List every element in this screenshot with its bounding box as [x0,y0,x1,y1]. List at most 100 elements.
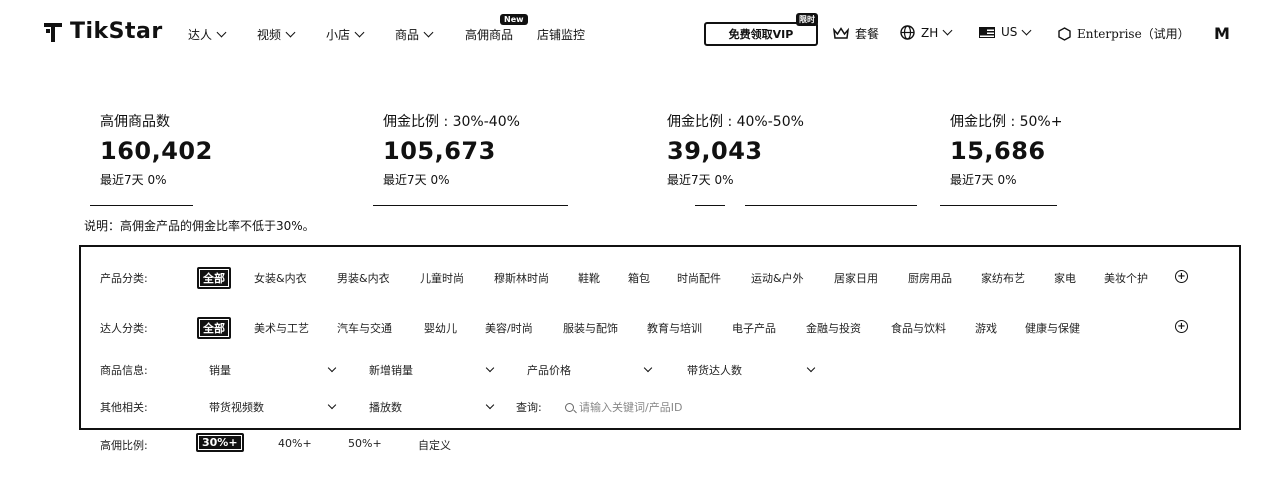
select-value: 新增销量 [369,364,413,377]
filter-label: 高佣比例: [100,439,148,452]
category-chip[interactable]: 鞋靴 [578,270,600,286]
creator-category-row: 达人分类: 全部 美术与工艺 汽车与交通 婴幼儿 美容/时尚 服装与配饰 教育与… [81,317,1239,339]
note-text: 说明：高佣金产品的佣金比率不低于30%。 [84,219,315,233]
creator-chip[interactable]: 服装与配饰 [563,320,618,336]
stat-label: 高佣商品数 [100,114,170,130]
views-select[interactable]: 播放数 [369,399,495,415]
chevron-down-icon [1021,25,1032,35]
creator-chip[interactable]: 美术与工艺 [254,320,309,336]
nav-item-label: 店铺监控 [537,28,586,42]
product-info-row: 商品信息: 销量 新增销量 产品价格 带货达人数 [81,360,1239,380]
creator-count-select[interactable]: 带货达人数 [687,362,816,378]
nav-item-products[interactable]: 商品 [395,26,434,43]
plan-link[interactable]: 套餐 [833,25,879,42]
nav-item-high-commission[interactable]: 高佣商品 [465,26,513,43]
ratio-chip-custom[interactable]: 自定义 [418,437,451,453]
category-chip[interactable]: 男装&内衣 [337,270,390,286]
nav-item-label: 视频 [257,28,282,42]
chevron-down-icon [942,25,953,36]
creator-chip[interactable]: 美容/时尚 [485,320,533,336]
avatar[interactable]: M [1214,24,1230,43]
chevron-down-icon [327,363,337,373]
stat-label: 佣金比例 : 40%-50% [667,114,804,130]
category-chip-all[interactable]: 全部 [197,267,231,289]
creator-chip[interactable]: 健康与保健 [1025,320,1080,336]
category-chip[interactable]: 时尚配件 [677,270,721,286]
video-count-select[interactable]: 带货视频数 [209,399,337,415]
chevron-down-icon [806,363,816,373]
search-icon [565,402,574,412]
ratio-chip-40[interactable]: 40%+ [278,437,312,450]
price-select[interactable]: 产品价格 [527,362,653,378]
hexagon-icon [1058,26,1071,41]
category-chip[interactable]: 家电 [1054,270,1076,286]
brand-logo[interactable]: TikStar [42,19,163,44]
filter-label: 产品分类: [100,272,148,285]
chevron-down-icon [354,27,365,38]
nav-item-label: 小店 [326,28,351,42]
creator-chip[interactable]: 游戏 [975,320,997,336]
nav-item-shop-monitor[interactable]: 店铺监控 [537,26,585,43]
creator-chip[interactable]: 电子产品 [732,320,776,336]
divider [373,205,568,206]
search-input[interactable]: 请输入关键词/产品ID [565,399,682,415]
category-chip[interactable]: 女装&内衣 [254,270,307,286]
stat-change: 最近7天 0% [667,173,734,187]
stat-card-40-50: 佣金比例 : 40%-50% 39,043 最近7天 0% [667,111,887,188]
top-nav: TikStar 达人 视频 小店 商品 高佣商品 New 店铺监控 免费领取VI… [0,0,1280,70]
select-value: 产品价格 [527,364,571,377]
new-sales-select[interactable]: 新增销量 [369,362,495,378]
creator-chip-all[interactable]: 全部 [197,317,231,339]
chevron-down-icon [423,27,434,38]
language-selector[interactable]: ZH [900,25,953,40]
category-chip[interactable]: 居家日用 [834,270,878,286]
stat-label: 佣金比例 : 30%-40% [383,114,520,130]
stat-change: 最近7天 0% [383,173,450,187]
sales-select[interactable]: 销量 [209,362,337,378]
globe-icon [900,25,915,40]
expand-plus-icon[interactable]: + [1175,270,1188,283]
creator-chip[interactable]: 教育与培训 [647,320,702,336]
select-value: 播放数 [369,401,402,414]
category-chip[interactable]: 美妆个护 [1104,270,1148,286]
chevron-down-icon [285,27,296,38]
region-selector[interactable]: US [979,25,1032,39]
other-row: 其他相关: 带货视频数 播放数 查询: 请输入关键词/产品ID [81,397,1239,417]
filter-label: 其他相关: [100,401,148,414]
creator-chip[interactable]: 婴幼儿 [424,320,457,336]
category-chip[interactable]: 家纺布艺 [981,270,1025,286]
nav-item-label: 达人 [188,28,213,42]
divider [745,205,917,206]
new-badge: New [500,14,528,25]
filter-panel: 产品分类: 全部 女装&内衣 男装&内衣 儿童时尚 穆斯林时尚 鞋靴 箱包 时尚… [79,245,1241,430]
search-placeholder: 请输入关键词/产品ID [579,401,683,414]
enterprise-label: Enterprise（试用） [1077,27,1190,41]
chevron-down-icon [327,400,337,410]
chevron-down-icon [485,363,495,373]
category-chip[interactable]: 厨房用品 [908,270,952,286]
nav-item-shops[interactable]: 小店 [326,26,365,43]
select-value: 带货视频数 [209,401,264,414]
ratio-chip-50[interactable]: 50%+ [348,437,382,450]
stat-card-total: 高佣商品数 160,402 最近7天 0% [100,111,320,188]
stat-change: 最近7天 0% [950,173,1017,187]
stat-value: 39,043 [667,137,763,165]
stat-value: 160,402 [100,137,213,165]
ratio-chip-30[interactable]: 30%+ [196,433,244,452]
category-chip[interactable]: 运动&户外 [751,270,804,286]
chevron-down-icon [216,27,227,38]
nav-item-videos[interactable]: 视频 [257,26,296,43]
creator-chip[interactable]: 金融与投资 [806,320,861,336]
creator-chip[interactable]: 汽车与交通 [337,320,392,336]
nav-item-creators[interactable]: 达人 [188,26,227,43]
divider [940,205,1057,206]
category-chip[interactable]: 儿童时尚 [420,270,464,286]
expand-plus-icon[interactable]: + [1175,320,1188,333]
crown-icon [833,27,849,39]
category-chip[interactable]: 穆斯林时尚 [494,270,549,286]
category-chip[interactable]: 箱包 [628,270,650,286]
enterprise-link[interactable]: Enterprise（试用） [1058,25,1190,42]
stat-value: 15,686 [950,137,1046,165]
creator-chip[interactable]: 食品与饮料 [891,320,946,336]
select-value: 带货达人数 [687,364,742,377]
